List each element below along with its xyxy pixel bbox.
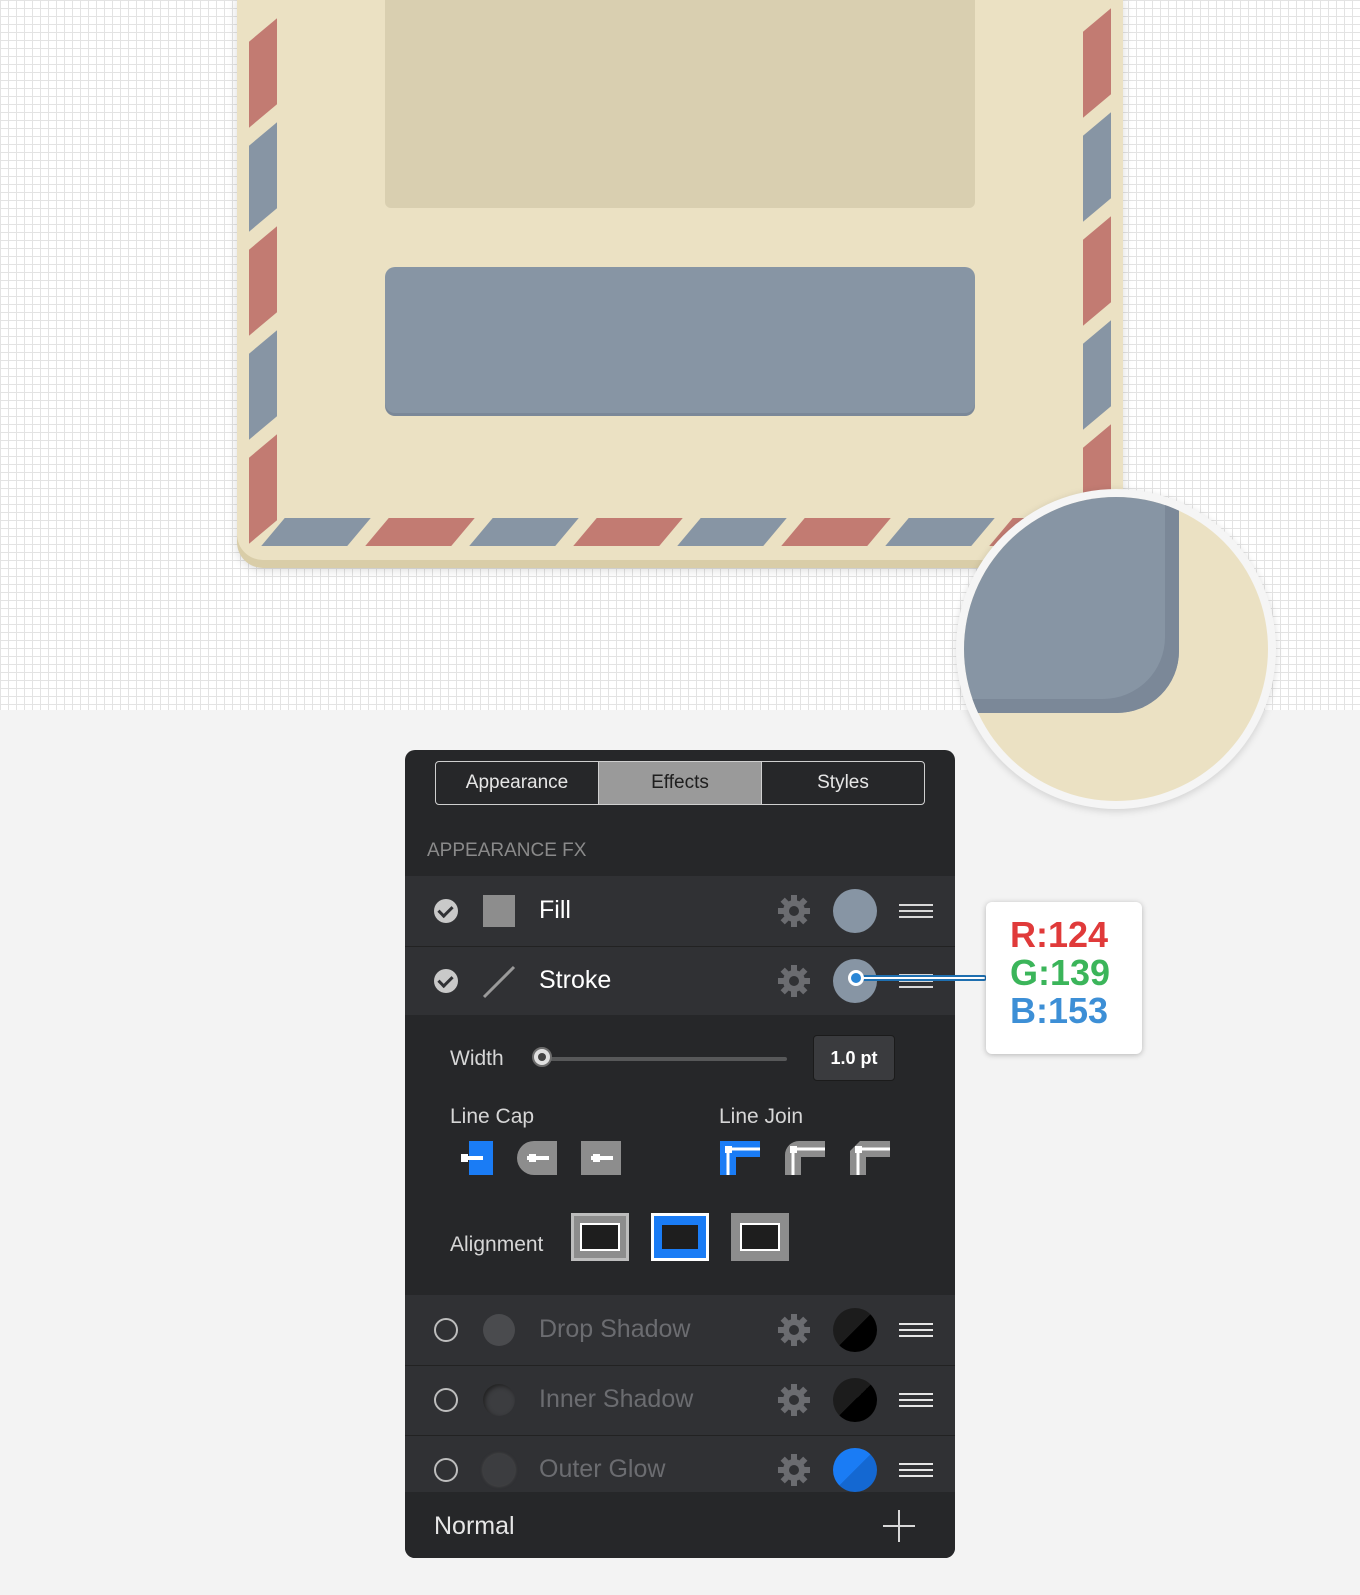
- gear-icon[interactable]: [777, 1313, 811, 1347]
- width-value-field[interactable]: 1.0 pt: [813, 1035, 895, 1081]
- drop-shadow-label: Drop Shadow: [539, 1315, 691, 1343]
- blue-value: B:153: [1010, 990, 1109, 1031]
- stripe: [249, 122, 277, 232]
- width-slider-knob[interactable]: [532, 1047, 552, 1067]
- fill-checkbox[interactable]: [434, 899, 458, 923]
- drop-shadow-color-swatch[interactable]: [833, 1308, 877, 1352]
- stroke-options: Width 1.0 pt Line Cap Line Join Alignmen…: [405, 1015, 955, 1295]
- inner-shadow-row[interactable]: Inner Shadow: [405, 1365, 955, 1436]
- inner-shadow-effect-icon: [483, 1384, 515, 1416]
- inner-shadow-checkbox[interactable]: [434, 1388, 458, 1412]
- square-cap-button[interactable]: [581, 1141, 621, 1175]
- square-icon: [483, 895, 515, 927]
- stripe: [1083, 112, 1111, 222]
- alignment-label: Alignment: [450, 1233, 544, 1256]
- stroke-checkbox[interactable]: [434, 969, 458, 993]
- panel-tabs: Appearance Effects Styles: [435, 761, 925, 805]
- stroke-label: Stroke: [539, 966, 612, 994]
- add-effect-icon[interactable]: [883, 1510, 915, 1542]
- line-cap-label: Line Cap: [450, 1105, 535, 1128]
- stripe: [469, 518, 579, 546]
- outer-glow-effect-icon: [483, 1454, 515, 1486]
- stripe: [249, 226, 277, 336]
- outer-glow-row[interactable]: Outer Glow: [405, 1435, 955, 1494]
- red-value: R:124: [1010, 914, 1109, 955]
- stripe: [781, 518, 891, 546]
- tab-appearance[interactable]: Appearance: [436, 762, 599, 804]
- outer-glow-label: Outer Glow: [539, 1455, 666, 1483]
- align-inside-button[interactable]: [571, 1213, 629, 1261]
- fill-label: Fill: [539, 896, 571, 924]
- stripe: [573, 518, 683, 546]
- callout-connector: [855, 975, 987, 981]
- line-join-label: Line Join: [719, 1105, 804, 1128]
- tab-styles[interactable]: Styles: [762, 762, 924, 804]
- drop-shadow-row[interactable]: Drop Shadow: [405, 1295, 955, 1365]
- stripe: [249, 18, 277, 128]
- butt-cap-button[interactable]: [461, 1141, 501, 1175]
- stripe: [677, 518, 787, 546]
- envelope-stamp-area: [385, 0, 975, 208]
- inner-shadow-color-swatch[interactable]: [833, 1378, 877, 1422]
- zoomed-corner-shape: [964, 497, 1179, 713]
- stripe: [1083, 216, 1111, 326]
- gear-icon[interactable]: [777, 1453, 811, 1487]
- appearance-panel: Appearance Effects Styles APPEARANCE FX …: [405, 750, 955, 1558]
- green-value: G:139: [1010, 952, 1111, 993]
- align-center-button[interactable]: [651, 1213, 709, 1261]
- airmail-envelope: [237, 0, 1123, 560]
- callout-anchor: [848, 970, 864, 986]
- stripe: [249, 330, 277, 440]
- tab-effects[interactable]: Effects: [599, 762, 762, 804]
- miter-join-button[interactable]: [720, 1141, 760, 1175]
- outer-glow-checkbox[interactable]: [434, 1458, 458, 1482]
- panel-footer: Normal: [405, 1492, 955, 1558]
- drag-handle-icon[interactable]: [899, 904, 933, 918]
- gear-icon[interactable]: [777, 894, 811, 928]
- stroke-row[interactable]: Stroke: [405, 946, 955, 1017]
- stripe: [365, 518, 475, 546]
- drag-handle-icon[interactable]: [899, 1393, 933, 1407]
- zoom-magnifier: [956, 489, 1276, 809]
- drop-shadow-checkbox[interactable]: [434, 1318, 458, 1342]
- stripe: [249, 434, 277, 544]
- inner-shadow-label: Inner Shadow: [539, 1385, 694, 1413]
- width-slider-track[interactable]: [535, 1057, 787, 1061]
- outer-glow-color-swatch[interactable]: [833, 1448, 877, 1492]
- shadow-effect-icon: [483, 1314, 515, 1346]
- stripe: [1083, 320, 1111, 430]
- fill-color-swatch[interactable]: [833, 889, 877, 933]
- stripe: [261, 518, 371, 546]
- round-cap-button[interactable]: [517, 1141, 557, 1175]
- rgb-color-callout: R:124 G:139 B:153: [986, 902, 1142, 1054]
- drag-handle-icon[interactable]: [899, 1463, 933, 1477]
- zoom-view: [964, 497, 1268, 801]
- fill-row[interactable]: Fill: [405, 876, 955, 946]
- stripe: [1083, 8, 1111, 118]
- envelope-address-box[interactable]: [385, 267, 975, 413]
- width-label: Width: [450, 1047, 504, 1070]
- gear-icon[interactable]: [777, 1383, 811, 1417]
- align-outside-button[interactable]: [731, 1213, 789, 1261]
- stroke-line-icon: [482, 965, 516, 999]
- section-header: APPEARANCE FX: [427, 840, 587, 861]
- drag-handle-icon[interactable]: [899, 1323, 933, 1337]
- round-join-button[interactable]: [785, 1141, 825, 1175]
- blend-mode-selector[interactable]: Normal: [434, 1512, 515, 1541]
- gear-icon[interactable]: [777, 964, 811, 998]
- bevel-join-button[interactable]: [850, 1141, 890, 1175]
